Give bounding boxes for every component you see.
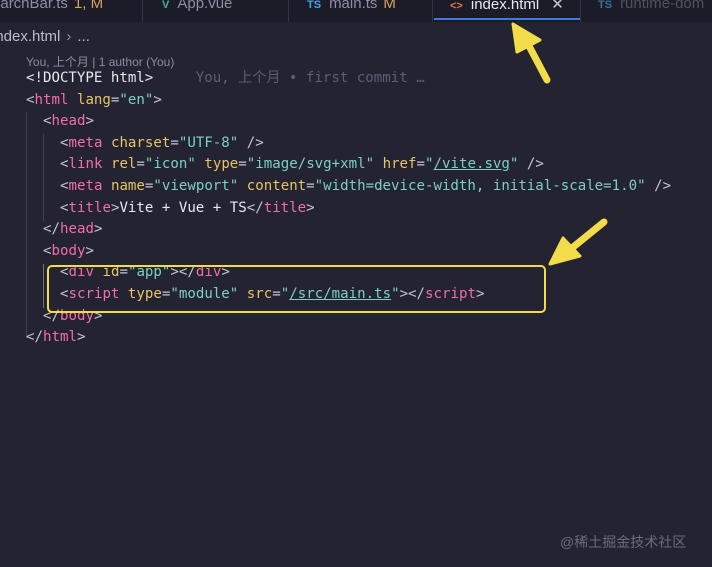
code-line-6: <meta name="viewport" content="width=dev… [60, 178, 672, 194]
indent-guide-active [43, 264, 44, 308]
code-line-4: <meta charset="UTF-8" /> [60, 134, 264, 151]
watermark: @稀土掘金技术社区 [560, 534, 687, 550]
code-line-5: <link rel="icon" type="image/svg+xml" hr… [60, 156, 544, 173]
indent-guide [43, 134, 44, 221]
tab-main-ts[interactable]: TS main.ts M [307, 0, 396, 22]
tab-divider [288, 0, 289, 22]
tab-divider [580, 0, 581, 22]
close-icon[interactable]: ✕ [551, 0, 564, 13]
tab-app-vue[interactable]: V App.vue [162, 0, 232, 22]
tab-status-badge: 1, M [73, 0, 104, 12]
git-blame-annotation: You, 上个月 • first commit … [195, 70, 425, 86]
tab-label: runtime-dom [620, 0, 705, 12]
tab-label: index.html [470, 0, 540, 13]
code-line-7: <title>Vite + Vue + TS</title> [60, 199, 315, 216]
code-line-8: </head> [43, 221, 103, 238]
tab-status-badge: M [383, 0, 396, 12]
doctype-token: <!DOCTYPE html> [26, 70, 154, 86]
code-editor[interactable]: <!DOCTYPE html> You, 上个月 • first commit … [0, 68, 712, 368]
code-line-13: </html> [26, 329, 86, 346]
href-link[interactable]: /vite.svg [434, 156, 510, 172]
tab-divider [142, 0, 143, 22]
tab-label: App.vue [177, 0, 233, 12]
tab-searchbar-ts[interactable]: SearchBar.ts 1, M [0, 0, 103, 22]
tab-label: main.ts [329, 0, 378, 12]
breadcrumb-item-more[interactable]: ... [77, 28, 90, 45]
tab-index-html[interactable]: <> index.html ✕ [434, 0, 580, 20]
code-line-1: <!DOCTYPE html> You, 上个月 • first commit … [26, 68, 425, 90]
html-file-icon: <> [450, 0, 463, 12]
breadcrumb: index.html ›... [0, 26, 90, 48]
indent-guide [26, 112, 27, 338]
tab-runtime-dom[interactable]: TS runtime-dom [598, 0, 704, 22]
vue-file-icon: V [162, 0, 170, 11]
highlight-box [47, 265, 546, 313]
code-line-3: <head> [43, 113, 94, 130]
breadcrumb-item-file[interactable]: index.html [0, 28, 60, 45]
tab-divider [432, 0, 433, 22]
code-line-9: <body> [43, 242, 94, 259]
chevron-right-icon: › [66, 28, 72, 45]
editor-tab-bar: SearchBar.ts 1, M V App.vue TS main.ts M <> i… [0, 0, 712, 22]
typescript-file-icon: TS [598, 0, 613, 11]
tab-label: SearchBar.ts [0, 0, 68, 12]
typescript-file-icon: TS [307, 0, 322, 11]
code-line-2: <html lang="en"> [26, 91, 162, 108]
